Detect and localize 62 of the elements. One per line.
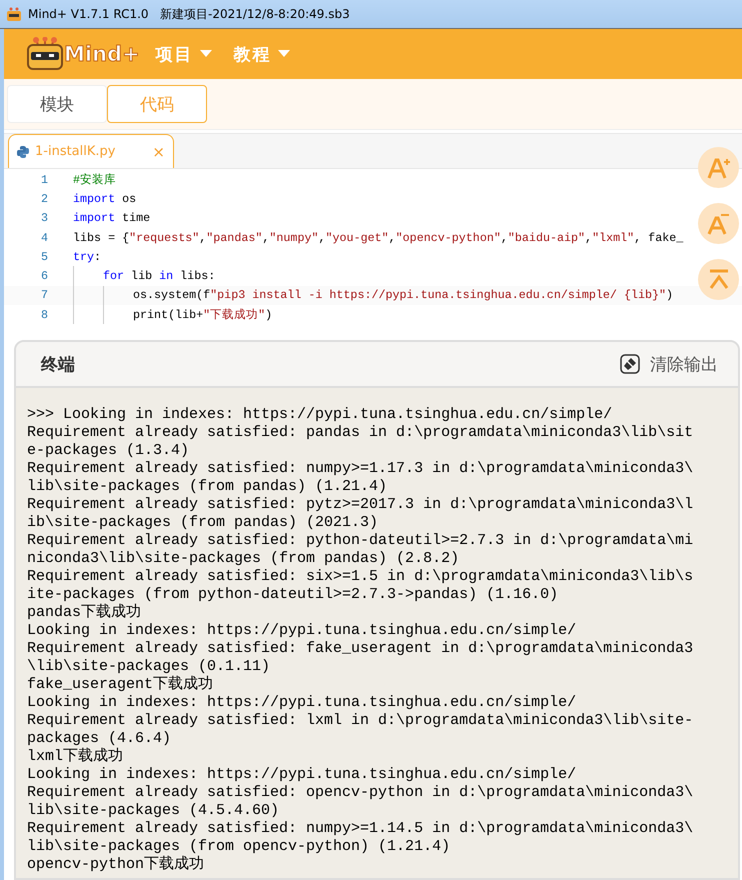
file-tab[interactable]: 1-installK.py × [8,134,174,168]
line-number: 2 [40,192,49,206]
python-icon [17,146,29,158]
mode-tab[interactable]: 模块 [7,85,107,123]
line-number: 3 [40,211,49,226]
terminal-line: Looking in indexes: https://pypi.tuna.tsinghua.edu.cn/simple/ [27,766,576,784]
terminal-line: opencv-python下载成功 [27,856,204,874]
font-decrease-icon [706,212,730,236]
font-increase-button[interactable] [698,147,739,188]
terminal-line: Requirement already satisfied: pandas in d:\programdata\miniconda3\lib\sit [27,424,694,442]
menu-item[interactable]: 项目 [150,38,218,70]
code-line: import os [73,192,136,206]
terminal-line: Requirement already satisfied: numpy>=1.17.3 in d:\programdata\miniconda3\ [27,460,694,478]
terminal-line: Requirement already satisfied: fake_useragent in d:\programdata\miniconda3 [27,640,694,658]
window-title: Mind+ V1.7.1 RC1.0 新建项目-2021/12/8-8:20:49.sb3 [28,6,350,22]
line-number: 1 [40,172,49,187]
clear-output-button[interactable]: 清除输出 [620,352,718,376]
terminal-line: lib\site-packages (from opencv-python) (1.21.4) [27,838,450,856]
code-line: try: [73,250,102,264]
terminal-line: ib\site-packages (from pandas) (2021.3) [27,514,378,532]
app-logo: Mind+ [26,37,140,71]
terminal-line: Requirement already satisfied: numpy>=1.14.5 in d:\programdata\miniconda3\ [27,820,694,838]
line-number: 7 [40,288,49,302]
code-line: os.system(f"pip3 install -i https://pypi.tuna.tsinghua.edu.cn/simple/ {lib}") [133,288,674,302]
caret-icon [278,50,290,58]
code-line: for lib in libs: [103,269,216,284]
code-line: print(lib+"下载成功") [133,307,272,322]
terminal-line: packages (4.6.4) [27,730,172,748]
menu-item[interactable]: 教程 [228,38,296,70]
terminal-line: Requirement already satisfied: pytz>=2017.3 in d:\programdata\miniconda3\l [27,496,694,514]
terminal-line: Requirement already satisfied: six>=1.5 in d:\programdata\miniconda3\lib\s [27,568,694,586]
caret-icon [200,50,212,58]
terminal-line: Looking in indexes: https://pypi.tuna.tsinghua.edu.cn/simple/ [27,622,576,640]
line-number: 5 [40,250,49,264]
terminal-line: pandas下载成功 [27,604,142,622]
terminal-line: Requirement already satisfied: opencv-python in d:\programdata\miniconda3\ [27,784,694,802]
font-decrease-button[interactable] [698,203,739,244]
close-tab-button[interactable]: × [152,142,165,160]
code-line: import time [73,211,150,226]
app-icon [6,6,22,22]
terminal-line: lib\site-packages (4.5.4.60) [27,802,280,820]
brush-icon [620,354,640,374]
terminal-line: ite-packages (from python-dateutil>=2.7.3->pandas) (1.16.0) [27,586,558,604]
terminal-line: \lib\site-packages (0.1.11) [27,658,270,676]
code-line: libs = {"requests","pandas","numpy","you-get","opencv-python","baidu-aip","lxml", fake_ [73,230,684,245]
terminal-line: e-packages (1.3.4) [27,442,190,460]
terminal-line: Requirement already satisfied: lxml in d:\programdata\miniconda3\lib\site- [27,712,694,730]
terminal-line: fake_useragent下载成功 [27,676,214,694]
mode-tab[interactable]: 代码 [107,85,207,123]
scroll-top-button[interactable] [698,259,739,300]
panel-title: 终端 [41,354,75,376]
terminal-line: lxml下载成功 [27,748,124,766]
terminal-line: Looking in indexes: https://pypi.tuna.tsinghua.edu.cn/simple/ [27,694,576,712]
line-number: 4 [40,230,49,245]
code-line: #安装库 [73,172,116,188]
terminal-line: Requirement already satisfied: python-dateutil>=2.7.3 in d:\programdata\mi [27,532,694,550]
line-number: 8 [40,308,49,322]
font-increase-icon [706,156,730,180]
terminal-line: niconda3\lib\site-packages (from pandas) (2.8.2) [27,550,460,568]
line-number: 6 [40,269,49,284]
terminal-line: >>> Looking in indexes: https://pypi.tuna.tsinghua.edu.cn/simple/ [27,406,612,424]
terminal-line: lib\site-packages (from pandas) (1.21.4) [27,478,388,496]
